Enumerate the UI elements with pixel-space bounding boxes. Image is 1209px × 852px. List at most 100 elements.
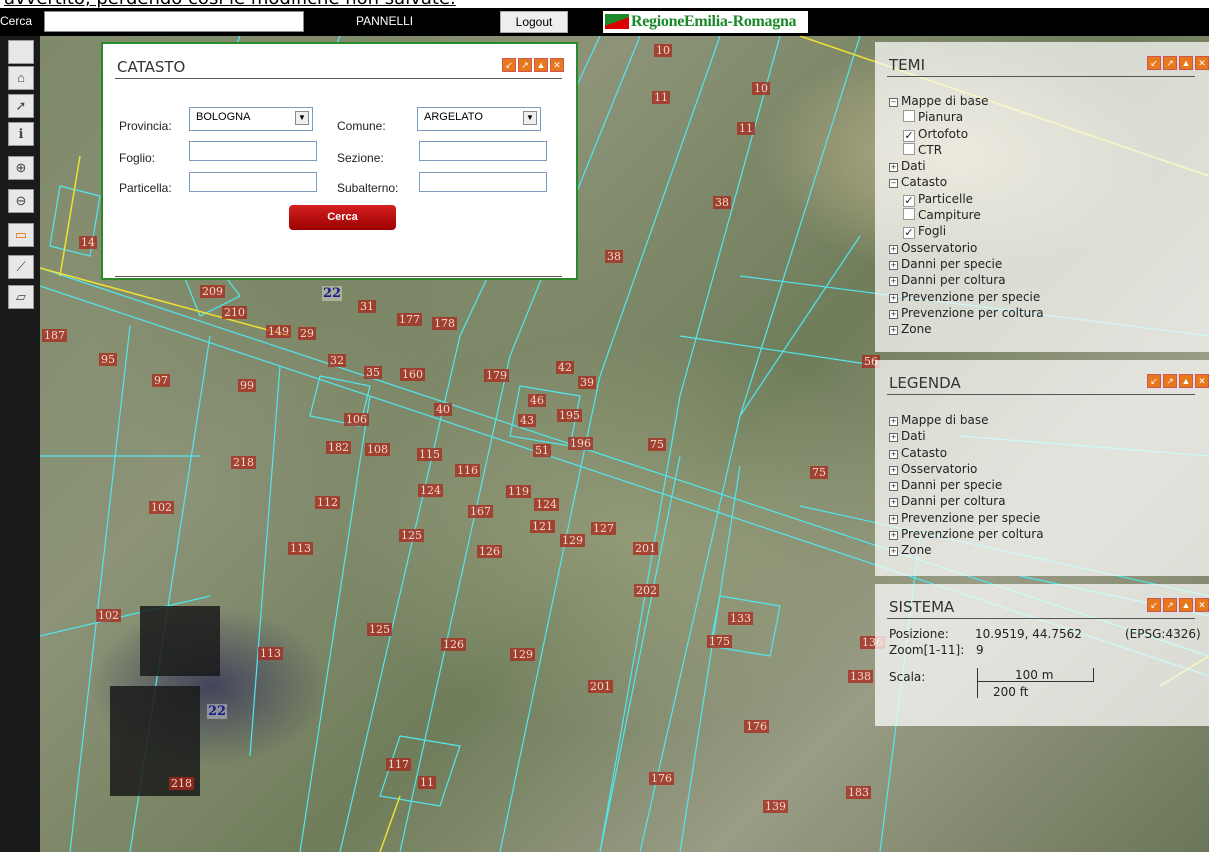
expand-tree-icon[interactable]: + xyxy=(889,326,898,336)
temi-item[interactable]: + Dati xyxy=(889,158,1044,174)
temi-item[interactable]: + Danni per coltura xyxy=(889,272,1044,288)
temi-item[interactable]: ✓ Particelle xyxy=(889,191,1044,207)
temi-item-label: Osservatorio xyxy=(901,240,978,255)
temi-item[interactable]: − Mappe di base xyxy=(889,93,1044,109)
collapse-icon[interactable]: ↙ xyxy=(1147,374,1161,388)
pointer-icon[interactable]: ➚ xyxy=(8,94,34,118)
expand-icon[interactable]: ↗ xyxy=(1163,56,1177,70)
minimize-icon[interactable]: ▲ xyxy=(1179,598,1193,612)
expand-tree-icon[interactable]: + xyxy=(889,449,898,459)
subalterno-field[interactable] xyxy=(419,172,547,192)
close-icon[interactable]: ✕ xyxy=(550,58,564,72)
collapse-tree-icon[interactable]: − xyxy=(889,179,898,189)
provincia-select[interactable]: BOLOGNA ▼ xyxy=(189,107,313,131)
temi-item[interactable]: + Danni per specie xyxy=(889,256,1044,272)
expand-tree-icon[interactable]: + xyxy=(889,482,898,492)
home-icon[interactable]: ⌂ xyxy=(8,66,34,90)
checkbox-icon[interactable] xyxy=(903,208,915,221)
legenda-item[interactable]: + Prevenzione per coltura xyxy=(889,526,1044,542)
legenda-item[interactable]: + Prevenzione per specie xyxy=(889,510,1044,526)
panels-menu[interactable]: PANNELLI xyxy=(356,14,413,28)
toolbar-blank-button[interactable] xyxy=(8,40,34,64)
temi-item-label: Pianura xyxy=(918,110,964,125)
legenda-item[interactable]: + Osservatorio xyxy=(889,461,1044,477)
parcel-label: 124 xyxy=(534,498,559,511)
expand-icon[interactable]: ↗ xyxy=(1163,598,1177,612)
comune-value: ARGELATO xyxy=(424,111,483,123)
temi-item-label: Fogli xyxy=(918,224,947,239)
temi-item[interactable]: + Prevenzione per coltura xyxy=(889,305,1044,321)
zoom-out-icon[interactable]: ⊖ xyxy=(8,189,34,213)
temi-item[interactable]: + Osservatorio xyxy=(889,240,1044,256)
collapse-tree-icon[interactable]: − xyxy=(889,98,898,107)
expand-tree-icon[interactable]: + xyxy=(889,309,898,319)
legenda-item[interactable]: + Mappe di base xyxy=(889,412,1044,428)
expand-tree-icon[interactable]: + xyxy=(889,163,898,173)
legenda-item[interactable]: + Danni per specie xyxy=(889,477,1044,493)
checked-checkbox-icon[interactable]: ✓ xyxy=(903,227,915,240)
close-icon[interactable]: ✕ xyxy=(1195,56,1209,70)
collapse-icon[interactable]: ↙ xyxy=(1147,56,1161,70)
checkbox-icon[interactable] xyxy=(903,110,915,123)
temi-item[interactable]: Pianura xyxy=(889,109,1044,125)
checked-checkbox-icon[interactable]: ✓ xyxy=(903,129,915,142)
sezione-field[interactable] xyxy=(419,141,547,161)
zoom-in-icon[interactable]: ⊕ xyxy=(8,156,34,180)
expand-tree-icon[interactable]: + xyxy=(889,531,898,541)
expand-tree-icon[interactable]: + xyxy=(889,260,898,270)
temi-item[interactable]: ✓ Fogli xyxy=(889,223,1044,240)
info-icon[interactable]: ℹ xyxy=(8,122,34,146)
legenda-item[interactable]: + Danni per coltura xyxy=(889,493,1044,509)
parcel-label: 97 xyxy=(152,374,170,387)
close-icon[interactable]: ✕ xyxy=(1195,598,1209,612)
parcel-label: 29 xyxy=(298,327,316,340)
close-icon[interactable]: ✕ xyxy=(1195,374,1209,388)
logout-button[interactable]: Logout xyxy=(500,11,568,33)
search-input[interactable] xyxy=(44,11,304,32)
cerca-button[interactable]: Cerca xyxy=(289,205,396,230)
expand-tree-icon[interactable]: + xyxy=(889,514,898,524)
temi-item[interactable]: + Zone xyxy=(889,321,1044,337)
expand-tree-icon[interactable]: + xyxy=(889,498,898,508)
temi-item-label: Dati xyxy=(901,159,926,174)
temi-item[interactable]: CTR xyxy=(889,142,1044,158)
expand-tree-icon[interactable]: + xyxy=(889,293,898,303)
checkbox-icon[interactable] xyxy=(903,142,915,155)
temi-item[interactable]: Campiture xyxy=(889,207,1044,223)
comune-select[interactable]: ARGELATO ▼ xyxy=(417,107,541,131)
particella-field[interactable] xyxy=(189,172,317,192)
legenda-item[interactable]: + Dati xyxy=(889,428,1044,444)
temi-item[interactable]: ✓ Ortofoto xyxy=(889,126,1044,142)
expand-tree-icon[interactable]: + xyxy=(889,244,898,254)
expand-tree-icon[interactable]: + xyxy=(889,417,898,426)
checked-checkbox-icon[interactable]: ✓ xyxy=(903,194,915,207)
temi-item[interactable]: − Catasto xyxy=(889,174,1044,190)
legenda-item[interactable]: + Zone xyxy=(889,542,1044,558)
parcel-label: 175 xyxy=(707,635,732,648)
expand-icon[interactable]: ↗ xyxy=(518,58,532,72)
temi-item-label: Danni per specie xyxy=(901,256,1003,271)
collapse-icon[interactable]: ↙ xyxy=(1147,598,1161,612)
measure-area-icon[interactable]: ⟋ xyxy=(8,255,34,279)
temi-item[interactable]: + Prevenzione per specie xyxy=(889,289,1044,305)
legenda-item[interactable]: + Catasto xyxy=(889,445,1044,461)
expand-tree-icon[interactable]: + xyxy=(889,465,898,475)
zoom-box-icon[interactable]: ▭ xyxy=(8,223,34,247)
minimize-icon[interactable]: ▲ xyxy=(1179,374,1193,388)
chevron-down-icon[interactable]: ▼ xyxy=(295,111,309,125)
expand-icon[interactable]: ↗ xyxy=(1163,374,1177,388)
parcel-label: 11 xyxy=(737,122,755,135)
parcel-label: 160 xyxy=(400,368,425,381)
ruler-icon[interactable]: ▱ xyxy=(8,285,34,309)
minimize-icon[interactable]: ▲ xyxy=(534,58,548,72)
minimize-icon[interactable]: ▲ xyxy=(1179,56,1193,70)
chevron-down-icon[interactable]: ▼ xyxy=(523,111,537,125)
collapse-icon[interactable]: ↙ xyxy=(502,58,516,72)
foglio-field[interactable] xyxy=(189,141,317,161)
parcel-label: 14 xyxy=(79,236,97,249)
expand-tree-icon[interactable]: + xyxy=(889,433,898,443)
legenda-item-label: Zone xyxy=(901,543,932,558)
expand-tree-icon[interactable]: + xyxy=(889,277,898,287)
expand-tree-icon[interactable]: + xyxy=(889,547,898,557)
search-label: Cerca xyxy=(0,14,33,28)
